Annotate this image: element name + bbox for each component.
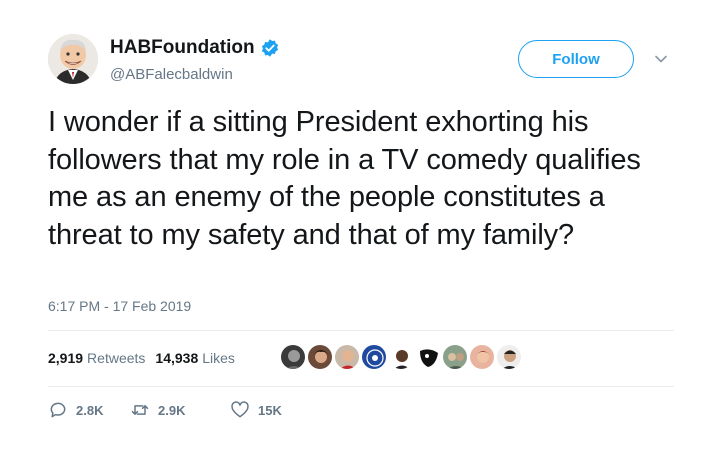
caricature-avatar-image	[48, 34, 98, 84]
retweets-label: Retweets	[87, 350, 146, 366]
divider	[48, 386, 674, 387]
reply-icon	[50, 402, 66, 418]
liker-avatars	[280, 344, 523, 370]
verified-badge-icon	[260, 38, 280, 58]
likes-count: 14,938	[155, 350, 199, 366]
user-avatar[interactable]	[48, 34, 98, 84]
heart-icon	[231, 401, 249, 418]
like-button[interactable]: 15K	[230, 400, 282, 420]
follow-button[interactable]: Follow	[518, 40, 634, 78]
reply-count: 2.8K	[76, 402, 104, 418]
tweet-timestamp[interactable]: 6:17 PM - 17 Feb 2019	[48, 298, 191, 314]
reply-button[interactable]: 2.8K	[48, 400, 130, 420]
liker-avatar[interactable]	[442, 344, 468, 370]
retweet-icon	[131, 405, 149, 415]
likes-label: Likes	[202, 350, 235, 366]
liker-avatar[interactable]	[280, 344, 306, 370]
user-handle[interactable]: @ABFalecbaldwin	[110, 66, 233, 83]
tweet-actions: 2.8K 2.9K 15K	[48, 400, 282, 420]
tweet-card: HABFoundation @ABFalecbaldwin Follow I w…	[0, 0, 720, 468]
tweet-text: I wonder if a sitting President exhortin…	[48, 106, 641, 251]
liker-avatar[interactable]	[307, 344, 333, 370]
retweet-count: 2.9K	[158, 402, 186, 418]
engagement-stats: 2,919 Retweets 14,938 Likes	[48, 350, 235, 366]
likes-stat-link[interactable]: 14,938 Likes	[155, 350, 235, 366]
liker-avatar[interactable]	[361, 344, 387, 370]
user-name-row: HABFoundation	[110, 37, 280, 59]
liker-avatar[interactable]	[415, 344, 441, 370]
retweets-stat-link[interactable]: 2,919 Retweets	[48, 350, 145, 366]
divider	[48, 330, 674, 331]
retweets-count: 2,919	[48, 350, 84, 366]
retweet-button[interactable]: 2.9K	[130, 400, 230, 420]
liker-avatar[interactable]	[496, 344, 522, 370]
display-name[interactable]: HABFoundation	[110, 37, 255, 59]
like-count: 15K	[258, 402, 282, 418]
liker-avatar[interactable]	[334, 344, 360, 370]
liker-avatar[interactable]	[469, 344, 495, 370]
chevron-down-icon[interactable]	[654, 52, 668, 66]
liker-avatar[interactable]	[388, 344, 414, 370]
